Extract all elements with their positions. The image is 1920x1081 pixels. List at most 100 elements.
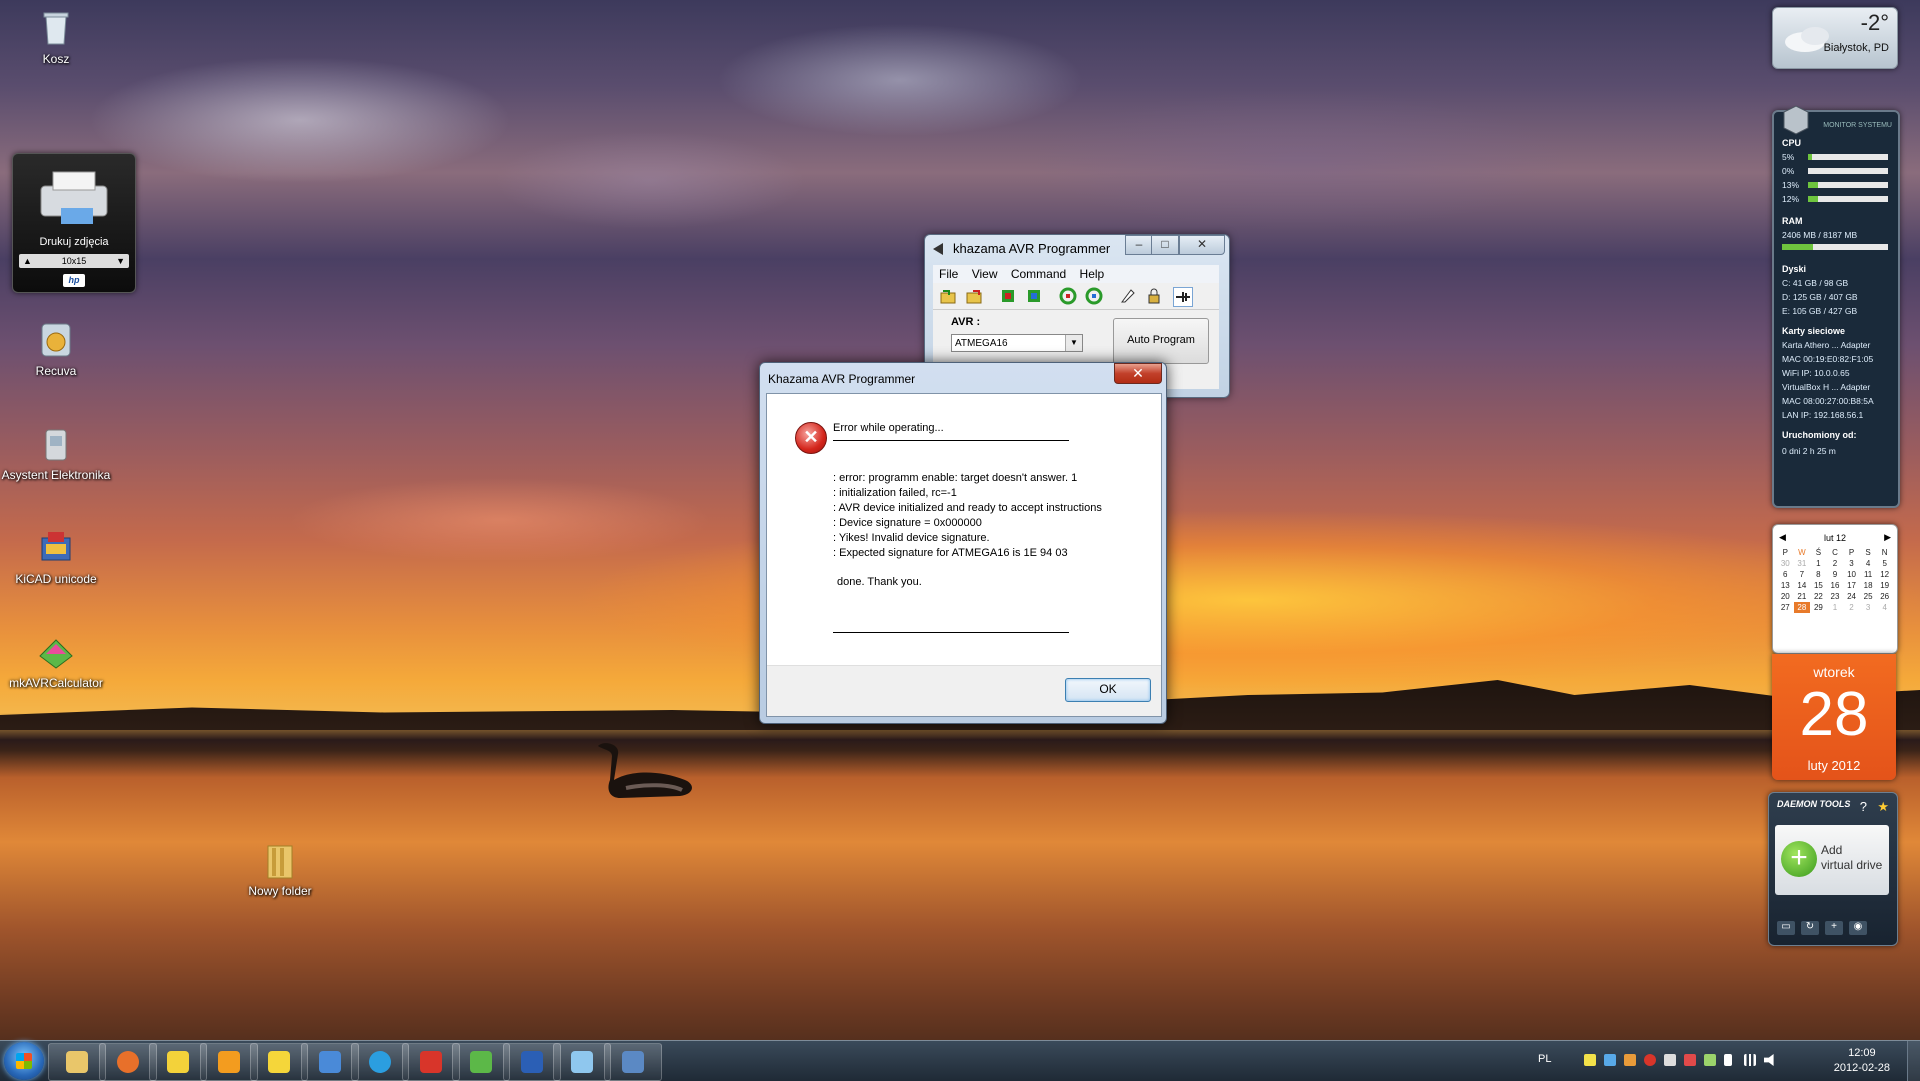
- desktop-icon-recycle-bin[interactable]: Kosz: [0, 8, 116, 66]
- hp-print-gadget[interactable]: Drukuj zdjęcia ▲ 10x15 ▼ hp: [12, 153, 136, 293]
- language-indicator[interactable]: PL: [1538, 1053, 1551, 1065]
- menu-view[interactable]: View: [972, 265, 998, 283]
- menu-file[interactable]: File: [939, 265, 958, 283]
- print-size-selector[interactable]: ▲ 10x15 ▼: [19, 254, 129, 268]
- tray-app-icon[interactable]: [1684, 1054, 1696, 1066]
- device-select[interactable]: ATMEGA16 ▼: [951, 334, 1083, 352]
- calendar-day[interactable]: 27: [1777, 602, 1794, 613]
- calendar-day[interactable]: 1: [1827, 602, 1844, 613]
- tray-app-icon[interactable]: [1644, 1054, 1656, 1066]
- calendar-day[interactable]: 4: [1876, 602, 1893, 613]
- calendar-day[interactable]: 31: [1794, 558, 1811, 569]
- star-icon[interactable]: ★: [1877, 799, 1889, 815]
- write-flash-icon[interactable]: [999, 287, 1017, 305]
- settings-icon[interactable]: [1173, 287, 1193, 307]
- calendar-day[interactable]: 5: [1876, 558, 1893, 569]
- calendar-day[interactable]: 19: [1876, 580, 1893, 591]
- taskbar-app-button[interactable]: [351, 1043, 409, 1081]
- desktop-icon-asystent[interactable]: Asystent Elektronika: [0, 424, 116, 482]
- calendar-day[interactable]: 9: [1827, 569, 1844, 580]
- calendar-day[interactable]: 12: [1876, 569, 1893, 580]
- system-monitor-gadget[interactable]: MONITOR SYSTEMU CPU 5% 0% 13% 12% RAM 24…: [1772, 105, 1900, 508]
- open-image-icon[interactable]: ▭: [1777, 921, 1795, 935]
- calendar-day[interactable]: 3: [1843, 558, 1860, 569]
- taskbar-app-button[interactable]: [98, 1043, 157, 1081]
- calendar-gadget[interactable]: ◀ lut 12 ▶ PWŚCPSN 30 31 1 2 3 4 5 6 7 8 9 10 11 12 13…: [1772, 524, 1898, 654]
- calendar-day[interactable]: 23: [1827, 591, 1844, 602]
- calendar-day[interactable]: 26: [1876, 591, 1893, 602]
- add-virtual-drive-button[interactable]: + Add virtual drive: [1775, 825, 1889, 895]
- menu-command[interactable]: Command: [1011, 265, 1066, 283]
- tray-app-icon[interactable]: [1664, 1054, 1676, 1066]
- taskbar-app-button[interactable]: [553, 1043, 611, 1081]
- taskbar-app-button[interactable]: [401, 1043, 460, 1081]
- action-center-flag-icon[interactable]: [1724, 1054, 1732, 1066]
- error-dialog[interactable]: Khazama AVR Programmer ✕ ✕ Error while o…: [759, 362, 1167, 724]
- desktop-icon-kicad[interactable]: KiCAD unicode: [0, 528, 116, 586]
- calendar-day[interactable]: 16: [1827, 580, 1844, 591]
- calendar-day[interactable]: 22: [1810, 591, 1827, 602]
- ok-button[interactable]: OK: [1065, 678, 1151, 702]
- close-button[interactable]: ✕: [1179, 235, 1225, 255]
- erase-icon[interactable]: [1119, 287, 1137, 305]
- chevron-up-icon[interactable]: ▲: [23, 254, 32, 268]
- calendar-day[interactable]: 25: [1860, 591, 1877, 602]
- calendar-day[interactable]: 17: [1843, 580, 1860, 591]
- auto-program-button[interactable]: Auto Program: [1113, 318, 1209, 364]
- calendar-day[interactable]: 10: [1843, 569, 1860, 580]
- taskbar-app-button[interactable]: [199, 1043, 258, 1081]
- calendar-day[interactable]: 2: [1827, 558, 1844, 569]
- calendar-day[interactable]: 29: [1810, 602, 1827, 613]
- calendar-day[interactable]: 8: [1810, 569, 1827, 580]
- dialog-close-button[interactable]: ✕: [1114, 363, 1162, 384]
- chevron-down-icon[interactable]: ▼: [116, 254, 125, 268]
- calendar-day[interactable]: 28: [1793, 602, 1811, 613]
- open-eeprom-icon[interactable]: [965, 287, 983, 305]
- calendar-day[interactable]: 18: [1860, 580, 1877, 591]
- weather-gadget[interactable]: -2° Białystok, PD: [1772, 7, 1898, 69]
- calendar-day[interactable]: 7: [1794, 569, 1811, 580]
- taskbar-app-button[interactable]: [48, 1043, 106, 1081]
- calendar-day[interactable]: 1: [1810, 558, 1827, 569]
- taskbar-app-button[interactable]: [300, 1043, 359, 1081]
- taskbar-app-button[interactable]: [502, 1043, 561, 1081]
- desktop-icon-nowy-folder[interactable]: Nowy folder: [220, 840, 340, 898]
- refresh-icon[interactable]: ↻: [1801, 921, 1819, 935]
- verify-icon[interactable]: [1059, 287, 1077, 305]
- calendar-day[interactable]: 3: [1860, 602, 1877, 613]
- desktop-icon-recuva[interactable]: Recuva: [0, 320, 116, 378]
- calendar-day[interactable]: 15: [1810, 580, 1827, 591]
- mount-icon[interactable]: ◉: [1849, 921, 1867, 935]
- calendar-day[interactable]: 4: [1860, 558, 1877, 569]
- read-flash-icon[interactable]: [1025, 287, 1043, 305]
- next-month-icon[interactable]: ▶: [1884, 532, 1891, 543]
- minimize-button[interactable]: –: [1125, 235, 1153, 255]
- calendar-day[interactable]: 24: [1843, 591, 1860, 602]
- calendar-day[interactable]: 11: [1860, 569, 1877, 580]
- taskbar-app-button[interactable]: [603, 1043, 662, 1081]
- calendar-day[interactable]: 30: [1777, 558, 1794, 569]
- menu-help[interactable]: Help: [1080, 265, 1105, 283]
- show-desktop-button[interactable]: [1907, 1041, 1920, 1081]
- tray-app-icon[interactable]: [1604, 1054, 1616, 1066]
- help-icon[interactable]: ?: [1860, 799, 1867, 814]
- calendar-day[interactable]: 14: [1794, 580, 1811, 591]
- calendar-day[interactable]: 21: [1794, 591, 1811, 602]
- tray-app-icon[interactable]: [1704, 1054, 1716, 1066]
- read-eeprom-icon[interactable]: [1085, 287, 1103, 305]
- daemon-tools-gadget[interactable]: DAEMON TOOLS ? ★ + Add virtual drive ▭ ↻ +…: [1768, 792, 1898, 946]
- start-button[interactable]: [4, 1042, 44, 1080]
- calendar-day[interactable]: 20: [1777, 591, 1794, 602]
- open-flash-icon[interactable]: [939, 287, 957, 305]
- date-gadget[interactable]: wtorek 28 luty 2012: [1772, 654, 1896, 780]
- tray-app-icon[interactable]: [1584, 1054, 1596, 1066]
- tray-app-icon[interactable]: [1624, 1054, 1636, 1066]
- calendar-day[interactable]: 2: [1843, 602, 1860, 613]
- lock-icon[interactable]: [1145, 287, 1163, 305]
- taskbar-app-button[interactable]: [452, 1043, 510, 1081]
- taskbar-app-button[interactable]: [149, 1043, 207, 1081]
- taskbar-clock[interactable]: 12:09 2012-02-28: [1834, 1046, 1890, 1076]
- add-icon[interactable]: +: [1825, 921, 1843, 935]
- maximize-button[interactable]: □: [1151, 235, 1179, 255]
- taskbar-app-button[interactable]: [250, 1043, 308, 1081]
